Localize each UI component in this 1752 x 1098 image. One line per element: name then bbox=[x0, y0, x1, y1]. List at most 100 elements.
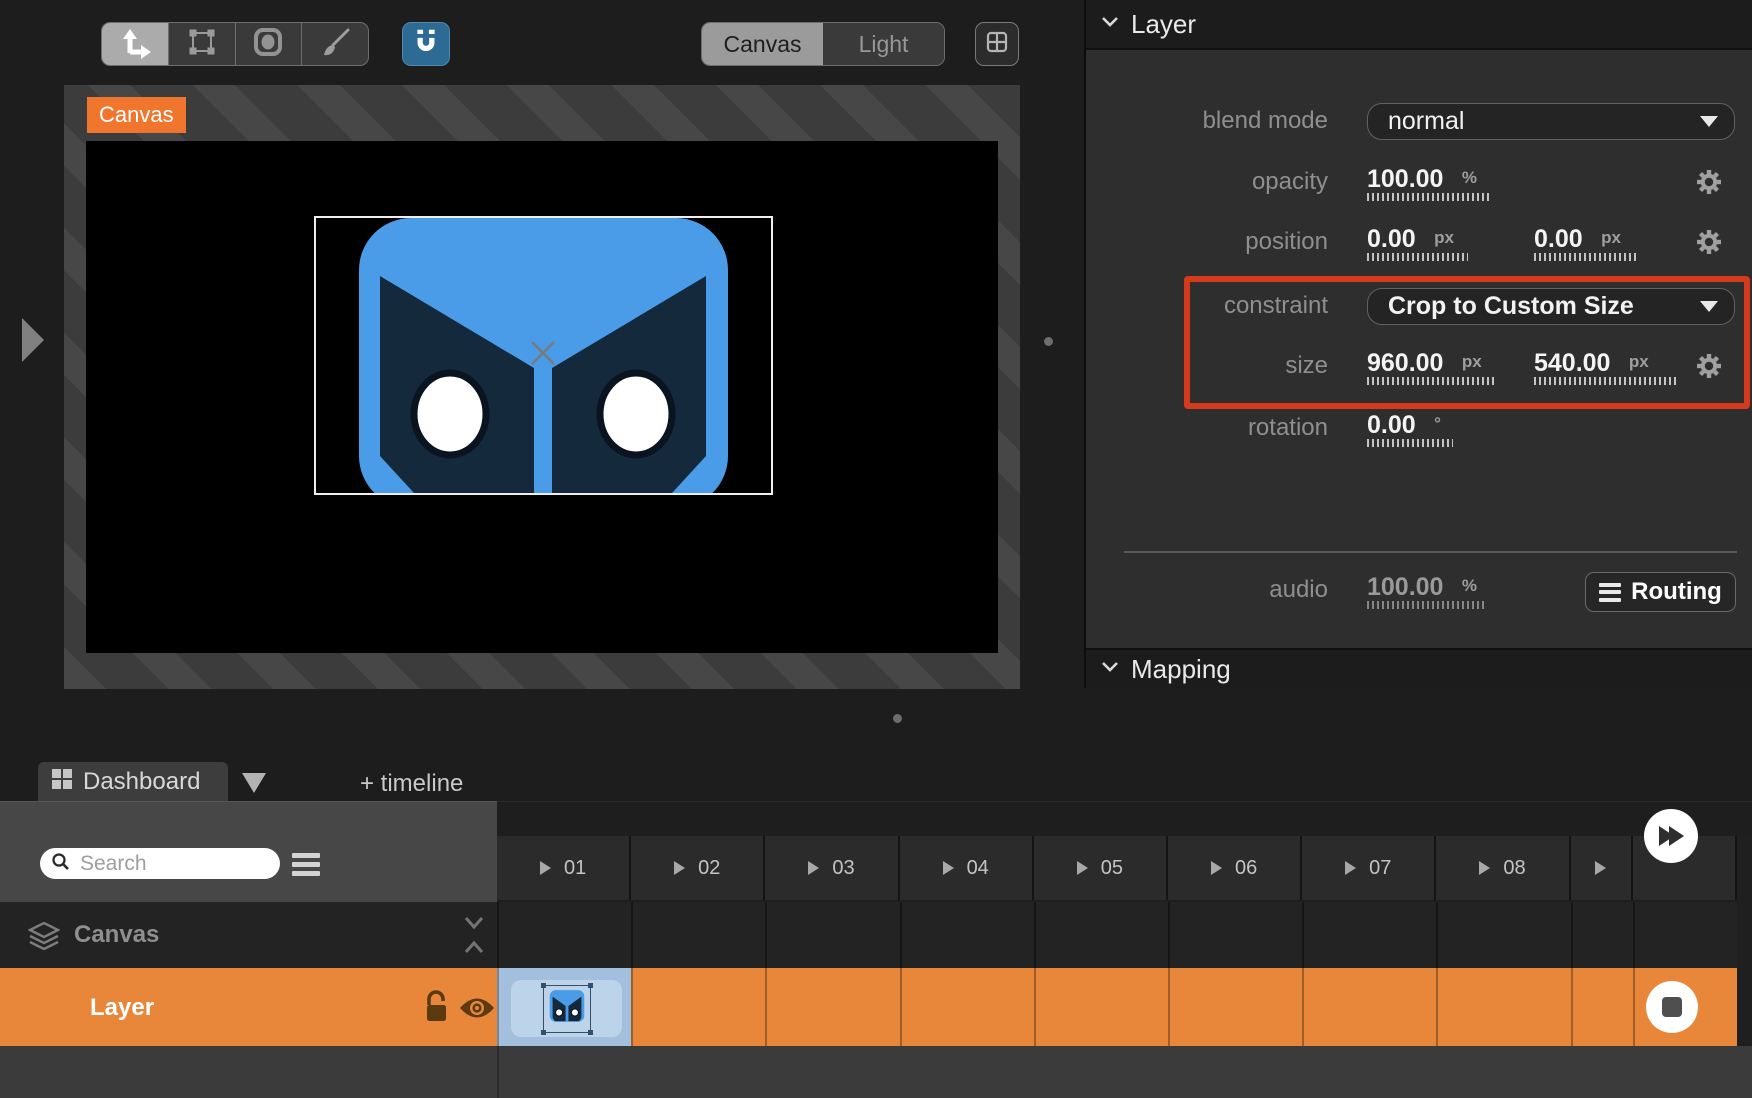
play-icon bbox=[808, 861, 819, 875]
transform-arrow-icon bbox=[117, 24, 153, 65]
play-icon bbox=[1345, 861, 1356, 875]
audio-routing-button[interactable]: Routing bbox=[1585, 572, 1736, 612]
play-icon bbox=[674, 861, 685, 875]
gear-icon bbox=[1696, 242, 1722, 259]
view-toggle-canvas[interactable]: Canvas bbox=[702, 23, 823, 65]
grid-line bbox=[1633, 968, 1635, 1046]
cue-button[interactable]: 03 bbox=[765, 836, 899, 900]
cue-button[interactable]: 04 bbox=[900, 836, 1034, 900]
cue-button[interactable]: 07 bbox=[1302, 836, 1436, 900]
window-grid-icon bbox=[985, 30, 1009, 59]
snap-magnet-button[interactable] bbox=[402, 22, 450, 66]
timeline-row-layer[interactable]: Layer bbox=[0, 968, 1752, 1046]
position-y-slider[interactable] bbox=[1534, 253, 1637, 261]
opacity-value: 100.00 bbox=[1367, 165, 1443, 193]
transform-tool-button[interactable] bbox=[102, 23, 169, 65]
dashboard-grid-icon bbox=[52, 768, 72, 796]
chevron-down-icon bbox=[1101, 15, 1119, 33]
splitter-handle-dot[interactable] bbox=[893, 714, 902, 723]
search-icon bbox=[51, 852, 70, 876]
timeline-right-strip bbox=[1737, 835, 1752, 1046]
cue-button[interactable]: 08 bbox=[1436, 836, 1570, 900]
quad-edit-icon bbox=[187, 27, 217, 62]
cue-header: 0102 03 04 050607 08 bbox=[497, 801, 1752, 903]
cue-number: 03 bbox=[832, 857, 854, 880]
cue-button-partial[interactable] bbox=[1571, 836, 1633, 900]
media-thumbnail[interactable] bbox=[511, 980, 622, 1037]
splitter-handle-dot[interactable] bbox=[1044, 337, 1053, 346]
media-logo-mini bbox=[549, 990, 585, 1027]
mask-tool-button[interactable] bbox=[236, 23, 303, 65]
opacity-label: opacity bbox=[1086, 168, 1328, 196]
add-timeline-button[interactable]: + timeline bbox=[360, 770, 463, 798]
mapping-section-header[interactable]: Mapping bbox=[1086, 648, 1752, 688]
sidebar-expand-arrow[interactable] bbox=[22, 318, 44, 362]
cue-number: 04 bbox=[967, 857, 989, 880]
timeline-column-divider bbox=[497, 1046, 499, 1098]
timeline-toolbar bbox=[0, 801, 497, 903]
opacity-gear-button[interactable] bbox=[1696, 169, 1722, 200]
search-input[interactable] bbox=[78, 851, 262, 877]
routing-button-label: Routing bbox=[1631, 578, 1722, 606]
paint-brush-icon bbox=[318, 25, 352, 64]
position-x-field[interactable]: 0.00 px bbox=[1367, 225, 1454, 254]
fast-forward-button[interactable] bbox=[1644, 809, 1698, 863]
grid-line bbox=[1168, 968, 1170, 1046]
tab-dropdown-caret[interactable] bbox=[242, 773, 266, 793]
blend-mode-dropdown[interactable]: normal bbox=[1367, 103, 1735, 140]
tab-dashboard[interactable]: Dashboard bbox=[38, 762, 228, 802]
search-box bbox=[40, 848, 280, 879]
grid-line bbox=[1302, 902, 1304, 968]
fast-forward-icon bbox=[1659, 826, 1684, 846]
view-toggle: Canvas Light bbox=[701, 22, 945, 66]
position-gear-button[interactable] bbox=[1696, 229, 1722, 260]
cue-button[interactable]: 02 bbox=[631, 836, 765, 900]
layer-section-header[interactable]: Layer bbox=[1086, 0, 1752, 50]
timeline-media-cell-selected[interactable] bbox=[497, 968, 631, 1046]
output-grid-button[interactable] bbox=[975, 22, 1019, 66]
grid-line bbox=[1633, 902, 1635, 968]
grid-line bbox=[1168, 902, 1170, 968]
layer-section-title: Layer bbox=[1131, 9, 1196, 40]
view-toggle-light[interactable]: Light bbox=[823, 23, 944, 65]
paint-tool-button[interactable] bbox=[302, 23, 368, 65]
rotation-slider[interactable] bbox=[1367, 439, 1453, 447]
rotation-label: rotation bbox=[1086, 414, 1328, 442]
stop-button[interactable] bbox=[1646, 981, 1698, 1033]
play-icon bbox=[1595, 861, 1606, 875]
list-menu-icon[interactable] bbox=[292, 853, 320, 876]
canvas-preview-panel: Canvas bbox=[64, 85, 1020, 689]
position-y-field[interactable]: 0.00 px bbox=[1534, 225, 1621, 254]
blend-mode-value: normal bbox=[1388, 107, 1464, 136]
unlock-icon[interactable] bbox=[424, 990, 450, 1029]
tool-group bbox=[101, 22, 369, 66]
chevron-down-icon bbox=[1101, 660, 1119, 678]
eye-visibility-icon[interactable] bbox=[458, 996, 496, 1025]
opacity-field[interactable]: 100.00 % bbox=[1367, 165, 1477, 194]
quad-edit-tool-button[interactable] bbox=[169, 23, 236, 65]
position-x-value: 0.00 bbox=[1367, 225, 1416, 253]
rotation-field[interactable]: 0.00 ° bbox=[1367, 411, 1441, 440]
grid-line bbox=[1034, 902, 1036, 968]
cue-button[interactable]: 06 bbox=[1168, 836, 1302, 900]
grid-line bbox=[900, 902, 902, 968]
cue-number: 08 bbox=[1503, 857, 1525, 880]
position-y-value: 0.00 bbox=[1534, 225, 1583, 253]
layer-selection-rect[interactable] bbox=[314, 216, 773, 495]
opacity-slider[interactable] bbox=[1367, 193, 1489, 201]
collapse-row-icon[interactable] bbox=[464, 916, 484, 959]
app-window: Canvas Light Canvas bbox=[0, 0, 1752, 1098]
play-icon bbox=[943, 861, 954, 875]
cue-button[interactable]: 05 bbox=[1034, 836, 1168, 900]
timeline-row-canvas[interactable]: Canvas bbox=[0, 902, 1752, 968]
audio-field[interactable]: 100.00 % bbox=[1367, 573, 1477, 602]
opacity-unit: % bbox=[1462, 168, 1477, 187]
position-x-slider[interactable] bbox=[1367, 253, 1468, 261]
grid-line bbox=[497, 968, 499, 1046]
layer-row-label: Layer bbox=[90, 994, 154, 1022]
grid-line bbox=[1302, 968, 1304, 1046]
grid-line bbox=[497, 902, 499, 968]
cue-button[interactable]: 01 bbox=[497, 836, 631, 900]
magnet-icon bbox=[412, 28, 440, 61]
audio-slider[interactable] bbox=[1367, 601, 1487, 609]
